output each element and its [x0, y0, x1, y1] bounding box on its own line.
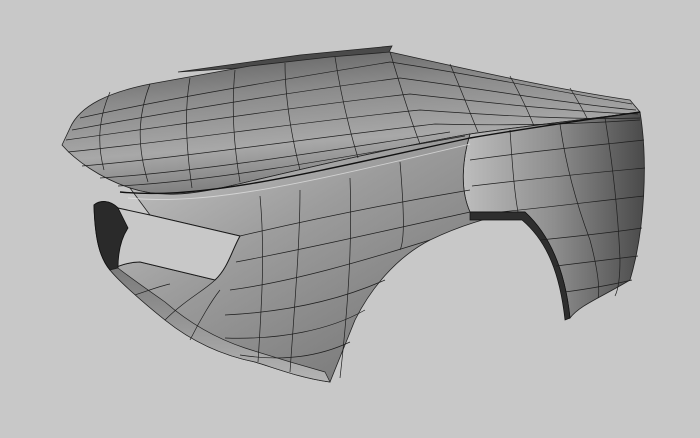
- model-render: [61, 45, 646, 383]
- 3d-viewport[interactable]: [0, 0, 700, 438]
